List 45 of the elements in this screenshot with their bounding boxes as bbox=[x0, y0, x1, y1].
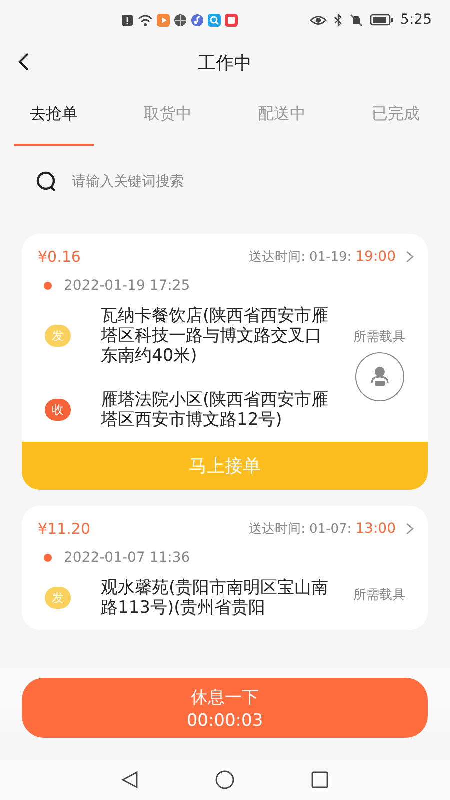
play-icon bbox=[157, 14, 170, 26]
tab[interactable]: 去抢单 bbox=[14, 85, 94, 146]
deadline-label: 送达时间: bbox=[249, 521, 306, 538]
deadline-date: 01-19: bbox=[309, 250, 352, 264]
alert-icon bbox=[121, 14, 134, 26]
dot-icon bbox=[44, 554, 52, 562]
sender-badge: 发 bbox=[45, 325, 71, 347]
chevron-right-icon bbox=[406, 251, 414, 263]
receiver-badge: 收 bbox=[45, 399, 71, 421]
status-time: 5:25 bbox=[400, 12, 432, 28]
order-price: ¥0.16 bbox=[38, 248, 81, 266]
accept-order-button[interactable]: 马上接单 bbox=[22, 442, 428, 490]
deadline-date: 01-07: bbox=[309, 522, 352, 536]
deadline-time: 13:00 bbox=[356, 521, 396, 537]
search-field[interactable]: 请输入关键词搜索 bbox=[72, 174, 428, 190]
wifi-icon bbox=[138, 14, 153, 26]
bluetooth-icon bbox=[334, 14, 343, 26]
vehicle-label: 所需载具 bbox=[354, 329, 406, 346]
deadline-label: 送达时间: bbox=[249, 249, 306, 266]
eye-icon bbox=[310, 14, 327, 26]
order-time: 2022-01-19 17:25 bbox=[64, 278, 190, 294]
tab[interactable]: 配送中 bbox=[242, 85, 322, 146]
search-icon bbox=[208, 14, 221, 26]
recents-nav-icon bbox=[311, 771, 329, 789]
dot-icon bbox=[44, 282, 52, 290]
chevron-right-icon bbox=[406, 523, 414, 535]
order-price: ¥11.20 bbox=[38, 520, 90, 538]
back-nav-icon bbox=[121, 771, 139, 789]
order-time: 2022-01-07 11:36 bbox=[64, 550, 190, 566]
bell-muted-icon bbox=[350, 14, 363, 26]
address-text: 观水馨苑(贵阳市南明区宝山南路113号)(贵州省贵阳 bbox=[101, 578, 330, 618]
tab[interactable]: 已完成 bbox=[356, 85, 436, 146]
home-nav-icon bbox=[215, 770, 235, 790]
deadline-time: 19:00 bbox=[356, 249, 396, 265]
tab[interactable]: 取货中 bbox=[128, 85, 208, 146]
rest-button[interactable]: 休息一下 00:00:03 bbox=[22, 678, 428, 738]
music-icon bbox=[191, 14, 204, 26]
vehicle-label: 所需载具 bbox=[354, 587, 406, 604]
battery-icon bbox=[370, 14, 394, 26]
address-text: 瓦纳卡餐饮店(陕西省西安市雁塔区科技一路与博文路交叉口东南约40米) bbox=[101, 306, 330, 366]
sender-badge: 发 bbox=[45, 587, 71, 609]
search-icon bbox=[36, 171, 58, 193]
address-text: 雁塔法院小区(陕西省西安市雁塔区西安市博文路12号) bbox=[101, 390, 330, 430]
page-title: 工作中 bbox=[198, 52, 252, 74]
back-icon bbox=[18, 52, 30, 72]
